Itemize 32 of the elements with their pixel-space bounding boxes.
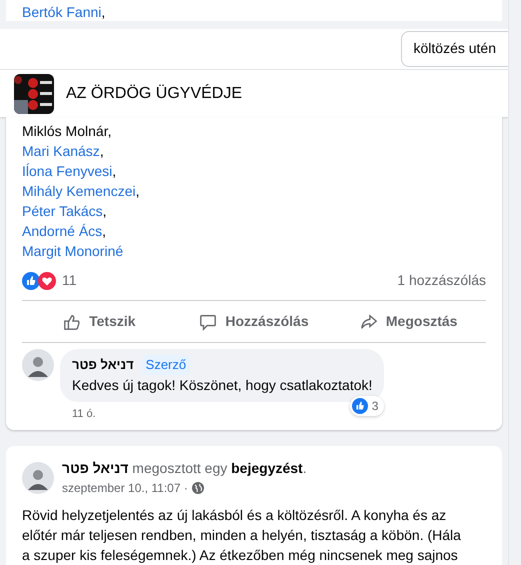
like-button[interactable]: Tetszik	[22, 304, 177, 339]
comment-count[interactable]: 1 hozzászólás	[397, 270, 486, 292]
member-link[interactable]: Mari Kanász,	[22, 141, 104, 162]
post-text: Rövid helyzetjelentés az új lakásból és a költözésről. A konyha és az	[22, 506, 448, 526]
reaction-count: 11	[62, 271, 77, 290]
share-arrow-icon	[360, 312, 378, 331]
like-reaction-icon	[22, 272, 40, 290]
comment-author[interactable]: דניאל פטר	[72, 355, 134, 375]
heart-reaction-icon	[38, 272, 56, 290]
post-text: a szuper kis feleségemnek.) Az étkezőben még nincsenek meg sajnos	[22, 546, 459, 565]
member-link[interactable]: Mihály Kemenczei,	[22, 181, 140, 202]
thumbs-up-icon	[63, 312, 82, 331]
member-name: Miklós Molnár,	[22, 122, 112, 142]
avatar-icon[interactable]	[22, 462, 54, 494]
avatar-icon[interactable]	[22, 349, 54, 382]
member-link[interactable]: Péter Takács,	[22, 201, 107, 222]
member-link[interactable]: Margit Monoriné	[22, 241, 124, 262]
member-name: Bertók Fanni,	[22, 4, 106, 19]
post-date[interactable]: szeptember 10., 11:07 ·	[62, 479, 188, 498]
speech-bubble-icon	[199, 312, 218, 331]
group-name: AZ ÖRDÖG ÜGYVÉDJE	[66, 83, 242, 104]
comment-text: Kedves új tagok! Köszönet, hogy csatlakoztatok!	[72, 376, 372, 395]
comment-time[interactable]: 11 ó.	[60, 402, 96, 422]
member-link[interactable]: Andorné Ács,	[22, 221, 106, 242]
comment-button[interactable]: Hozzászólás	[176, 304, 332, 339]
comment-likes[interactable]: 3	[350, 396, 384, 416]
post-text: előtér már teljesen rendben, minden a helyén, tisztaság a köbön. (Hála	[22, 526, 462, 546]
reactions-icon[interactable]	[22, 272, 56, 290]
like-reaction-icon	[352, 398, 368, 414]
author-badge: Szerző	[142, 355, 190, 375]
share-button[interactable]: Megosztás	[331, 304, 486, 339]
member-link[interactable]: Iĺona Fenyvesi,	[22, 161, 116, 182]
